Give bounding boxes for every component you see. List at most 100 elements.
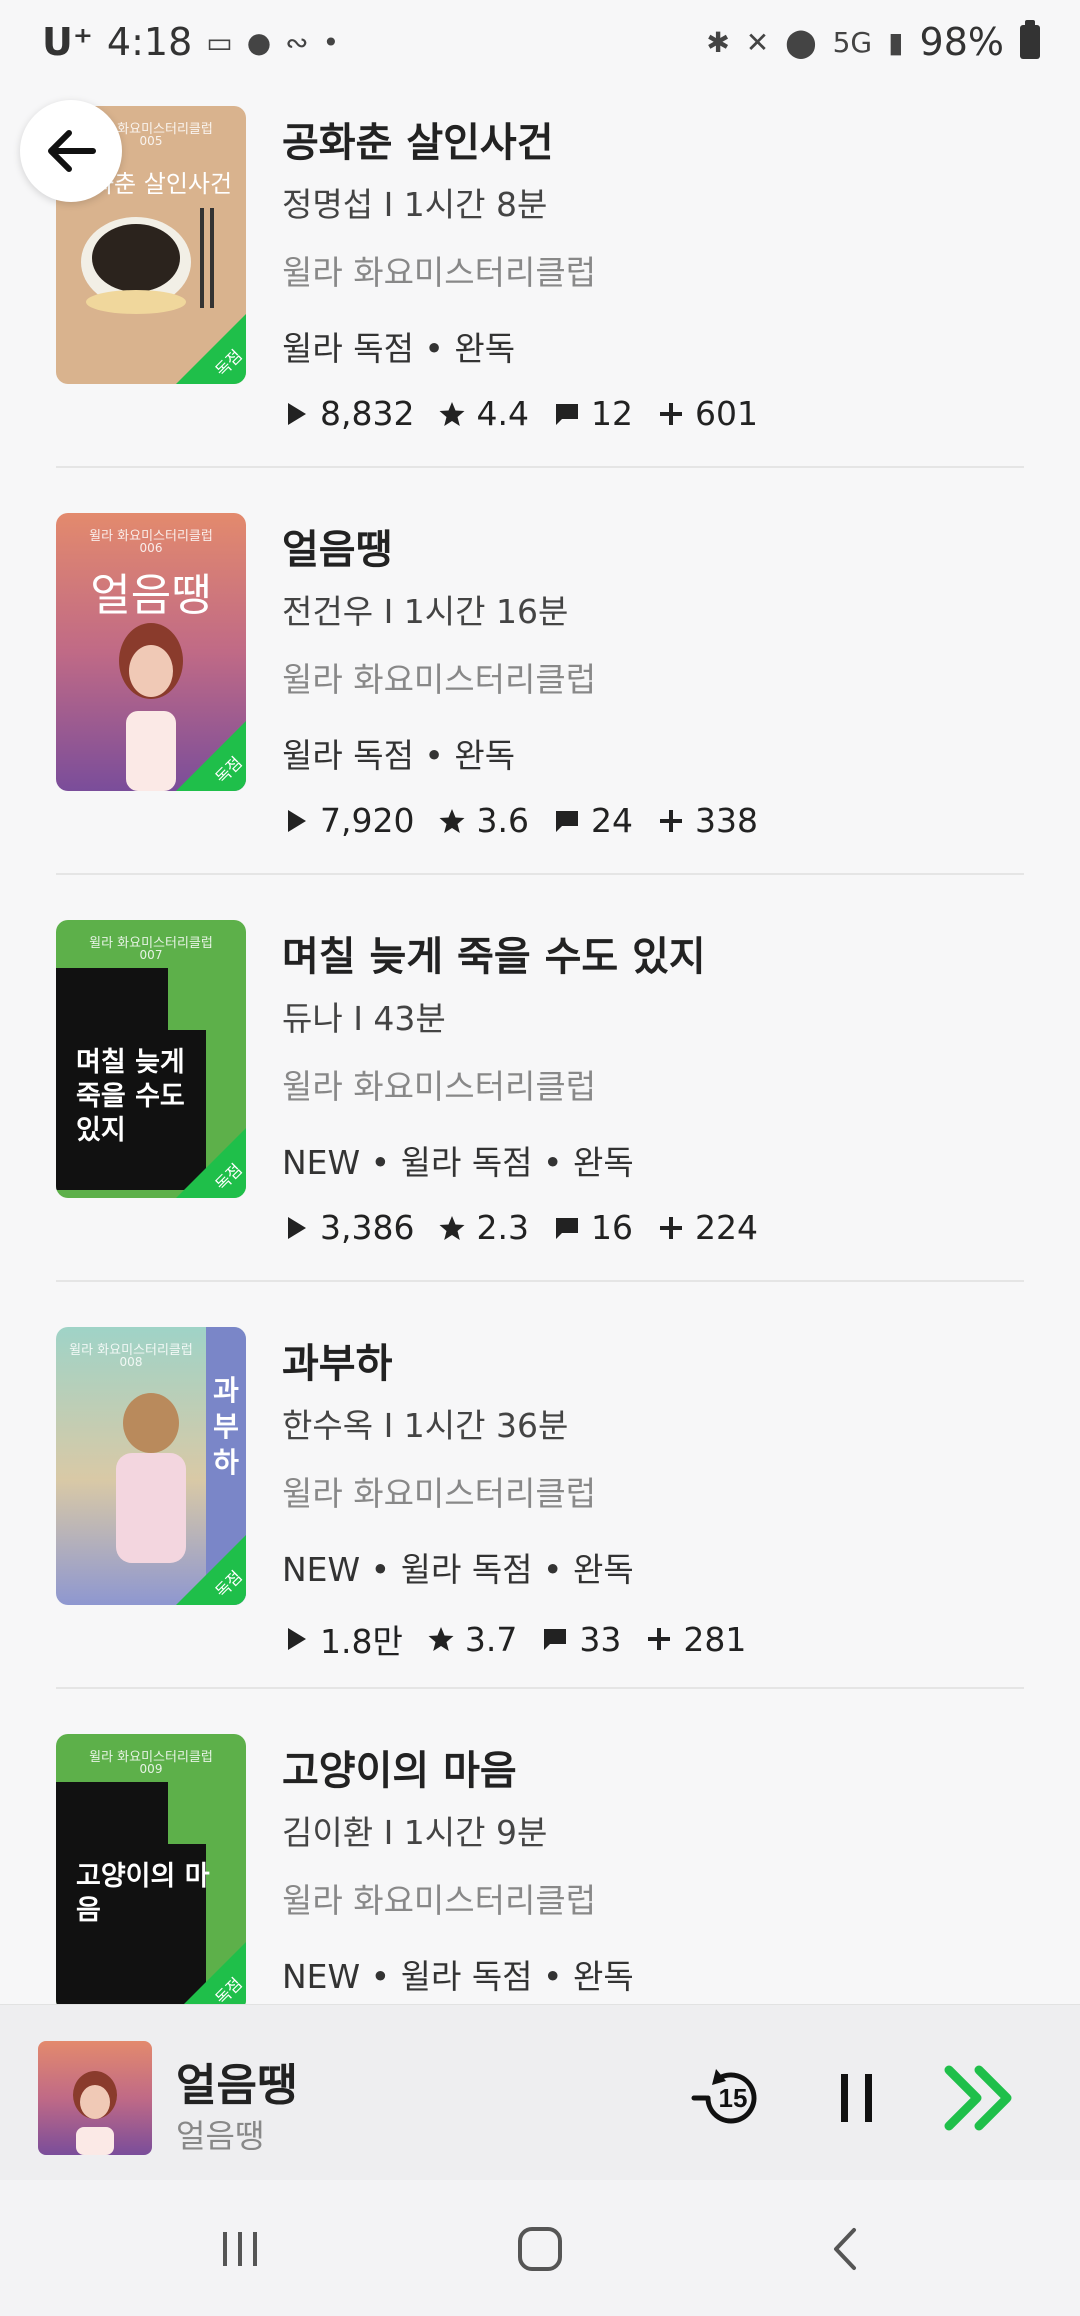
- plays-count: 7,920: [320, 801, 415, 840]
- rating-value: 3.6: [476, 801, 529, 840]
- adds-count: 338: [694, 801, 758, 840]
- noodle-bowl-illustration: [81, 208, 214, 314]
- status-bar: U⁺ 4:18 ▭ ● ∾ • ✱ ✕ ⬤ 5G ▮ 98%: [0, 0, 1080, 92]
- plus-icon: [648, 1628, 671, 1650]
- rating-stat: 4.4: [438, 394, 529, 433]
- plus-icon: [659, 402, 682, 425]
- cover-series-number: 008: [119, 1355, 143, 1369]
- book-title: 과부하: [282, 1341, 393, 1387]
- pause-button[interactable]: [812, 2053, 902, 2143]
- series-name: 윌라 화요미스터리클럽: [282, 1881, 597, 1920]
- book-stats: 3,386 2.3 16 224: [282, 1208, 758, 1247]
- book-tags: 윌라 독점 • 완독: [282, 329, 516, 368]
- cover-series-number: 006: [139, 541, 163, 555]
- play-icon: [288, 1628, 306, 1650]
- comment-icon: [555, 810, 578, 832]
- back-nav-button[interactable]: [806, 2214, 886, 2284]
- comments-stat: 33: [541, 1620, 621, 1659]
- list-item[interactable]: 윌라 화요미스터리클럽 005 공화춘 살인사건 독점 공화춘 살인사건 정명섭…: [0, 100, 1080, 507]
- back-button[interactable]: [20, 100, 122, 202]
- book-cover: 윌라 화요미스터리클럽 007 며칠 늦게 죽을 수도 있지 독점: [56, 920, 246, 1198]
- recent-apps-button[interactable]: [200, 2214, 280, 2284]
- author-duration: 정명섭 I 1시간 8분: [282, 185, 548, 224]
- author-duration: 전건우 I 1시간 16분: [282, 592, 569, 631]
- rating-stat: 3.6: [438, 801, 529, 840]
- battery-percent: 98%: [919, 20, 1004, 64]
- divider: [56, 873, 1024, 875]
- thumbnail-illustration: [73, 2071, 117, 2155]
- arrow-left-icon: [48, 130, 96, 172]
- player-title: 얼음땡: [176, 2060, 298, 2111]
- book-tags: NEW • 윌라 독점 • 완독: [282, 1957, 634, 1996]
- exclusive-badge: 독점: [176, 721, 246, 791]
- rating-value: 2.3: [476, 1208, 529, 1247]
- rating-value: 4.4: [476, 394, 529, 433]
- author-duration: 김이환 I 1시간 9분: [282, 1813, 548, 1852]
- mustache-icon: ∾: [285, 25, 309, 59]
- location-icon: ⬤: [785, 25, 817, 59]
- book-info: 얼음땡 전건우 I 1시간 16분 윌라 화요미스터리클럽 윌라 독점 • 완독…: [282, 517, 758, 840]
- author-duration: 한수옥 I 1시간 36분: [282, 1406, 569, 1445]
- book-tags: 윌라 독점 • 완독: [282, 736, 516, 775]
- home-button[interactable]: [500, 2214, 580, 2284]
- plays-stat: 8,832: [282, 394, 414, 433]
- comments-count: 16: [590, 1208, 633, 1247]
- adds-stat: 281: [645, 1620, 746, 1659]
- player-thumbnail[interactable]: [38, 2041, 152, 2155]
- comment-icon: [555, 403, 578, 425]
- rewind-15-icon: 15: [691, 2069, 757, 2124]
- game-icon: ▭: [206, 25, 233, 59]
- divider: [56, 466, 1024, 468]
- cover-title: 과부하: [213, 1374, 239, 1479]
- comments-stat: 12: [553, 394, 633, 433]
- fast-forward-button[interactable]: [938, 2053, 1028, 2143]
- rewind-15-button[interactable]: 15: [686, 2053, 776, 2143]
- book-tags: NEW • 윌라 독점 • 완독: [282, 1143, 634, 1182]
- adds-count: 281: [683, 1619, 747, 1659]
- cover-block: [56, 1782, 168, 1852]
- book-title: 공화춘 살인사건: [282, 120, 554, 166]
- series-name: 윌라 화요미스터리클럽: [282, 660, 597, 699]
- pause-icon: [841, 2074, 872, 2122]
- book-title: 며칠 늦게 죽을 수도 있지: [282, 934, 706, 980]
- book-info: 과부하 한수옥 I 1시간 36분 윌라 화요미스터리클럽 NEW • 윌라 독…: [282, 1331, 746, 1663]
- list-item[interactable]: 윌라 화요미스터리클럽 008 과부하 독점 과부하 한수옥 I 1시간 36분…: [0, 1321, 1080, 1728]
- comments-stat: 16: [553, 1208, 633, 1247]
- comment-icon: [544, 1629, 567, 1650]
- series-name: 윌라 화요미스터리클럽: [282, 1067, 597, 1106]
- exclusive-badge: 독점: [176, 314, 246, 384]
- mini-player[interactable]: 얼음땡 얼음땡 15: [0, 2004, 1080, 2181]
- book-cover: 윌라 화요미스터리클럽 009 고양이의 마음 독점: [56, 1734, 246, 2012]
- comment-icon: [555, 1217, 578, 1239]
- author-duration: 듀나 I 43분: [282, 999, 446, 1038]
- comments-count: 12: [590, 394, 633, 433]
- list-item[interactable]: 윌라 화요미스터리클럽 007 며칠 늦게 죽을 수도 있지 독점 며칠 늦게 …: [0, 914, 1080, 1321]
- star-icon: [439, 1215, 465, 1240]
- cover-series-number: 007: [139, 948, 163, 962]
- play-icon: [288, 809, 306, 832]
- plays-count: 1.8만: [320, 1622, 403, 1661]
- player-subtitle: 얼음땡: [176, 2117, 265, 2155]
- star-icon: [439, 808, 465, 833]
- book-info: 공화춘 살인사건 정명섭 I 1시간 8분 윌라 화요미스터리클럽 윌라 독점 …: [282, 110, 758, 433]
- book-title: 고양이의 마음: [282, 1748, 517, 1794]
- rating-stat: 2.3: [438, 1208, 529, 1247]
- series-name: 윌라 화요미스터리클럽: [282, 253, 597, 292]
- plays-stat: 3,386: [282, 1208, 414, 1247]
- book-tags: NEW • 윌라 독점 • 완독: [282, 1550, 634, 1589]
- battery-icon: [1020, 20, 1040, 59]
- network-5g-icon: 5G: [832, 25, 873, 59]
- adds-stat: 224: [657, 1208, 758, 1247]
- exclusive-badge: 독점: [176, 1128, 246, 1198]
- plus-icon: [659, 1216, 682, 1239]
- book-cover: 윌라 화요미스터리클럽 006 얼음땡 독점: [56, 513, 246, 791]
- adds-count: 601: [694, 394, 758, 433]
- book-title: 얼음땡: [282, 527, 393, 573]
- list-item[interactable]: 윌라 화요미스터리클럽 006 얼음땡 독점 얼음땡 전건우 I 1시간 16분…: [0, 507, 1080, 914]
- star-icon: [439, 401, 465, 426]
- book-stats: 1.8만 3.7 33 281: [282, 1615, 746, 1663]
- play-icon: [288, 402, 306, 425]
- plays-stat: 7,920: [282, 801, 414, 840]
- carrier-label: U⁺: [42, 20, 93, 64]
- cover-title: 얼음땡: [90, 570, 212, 621]
